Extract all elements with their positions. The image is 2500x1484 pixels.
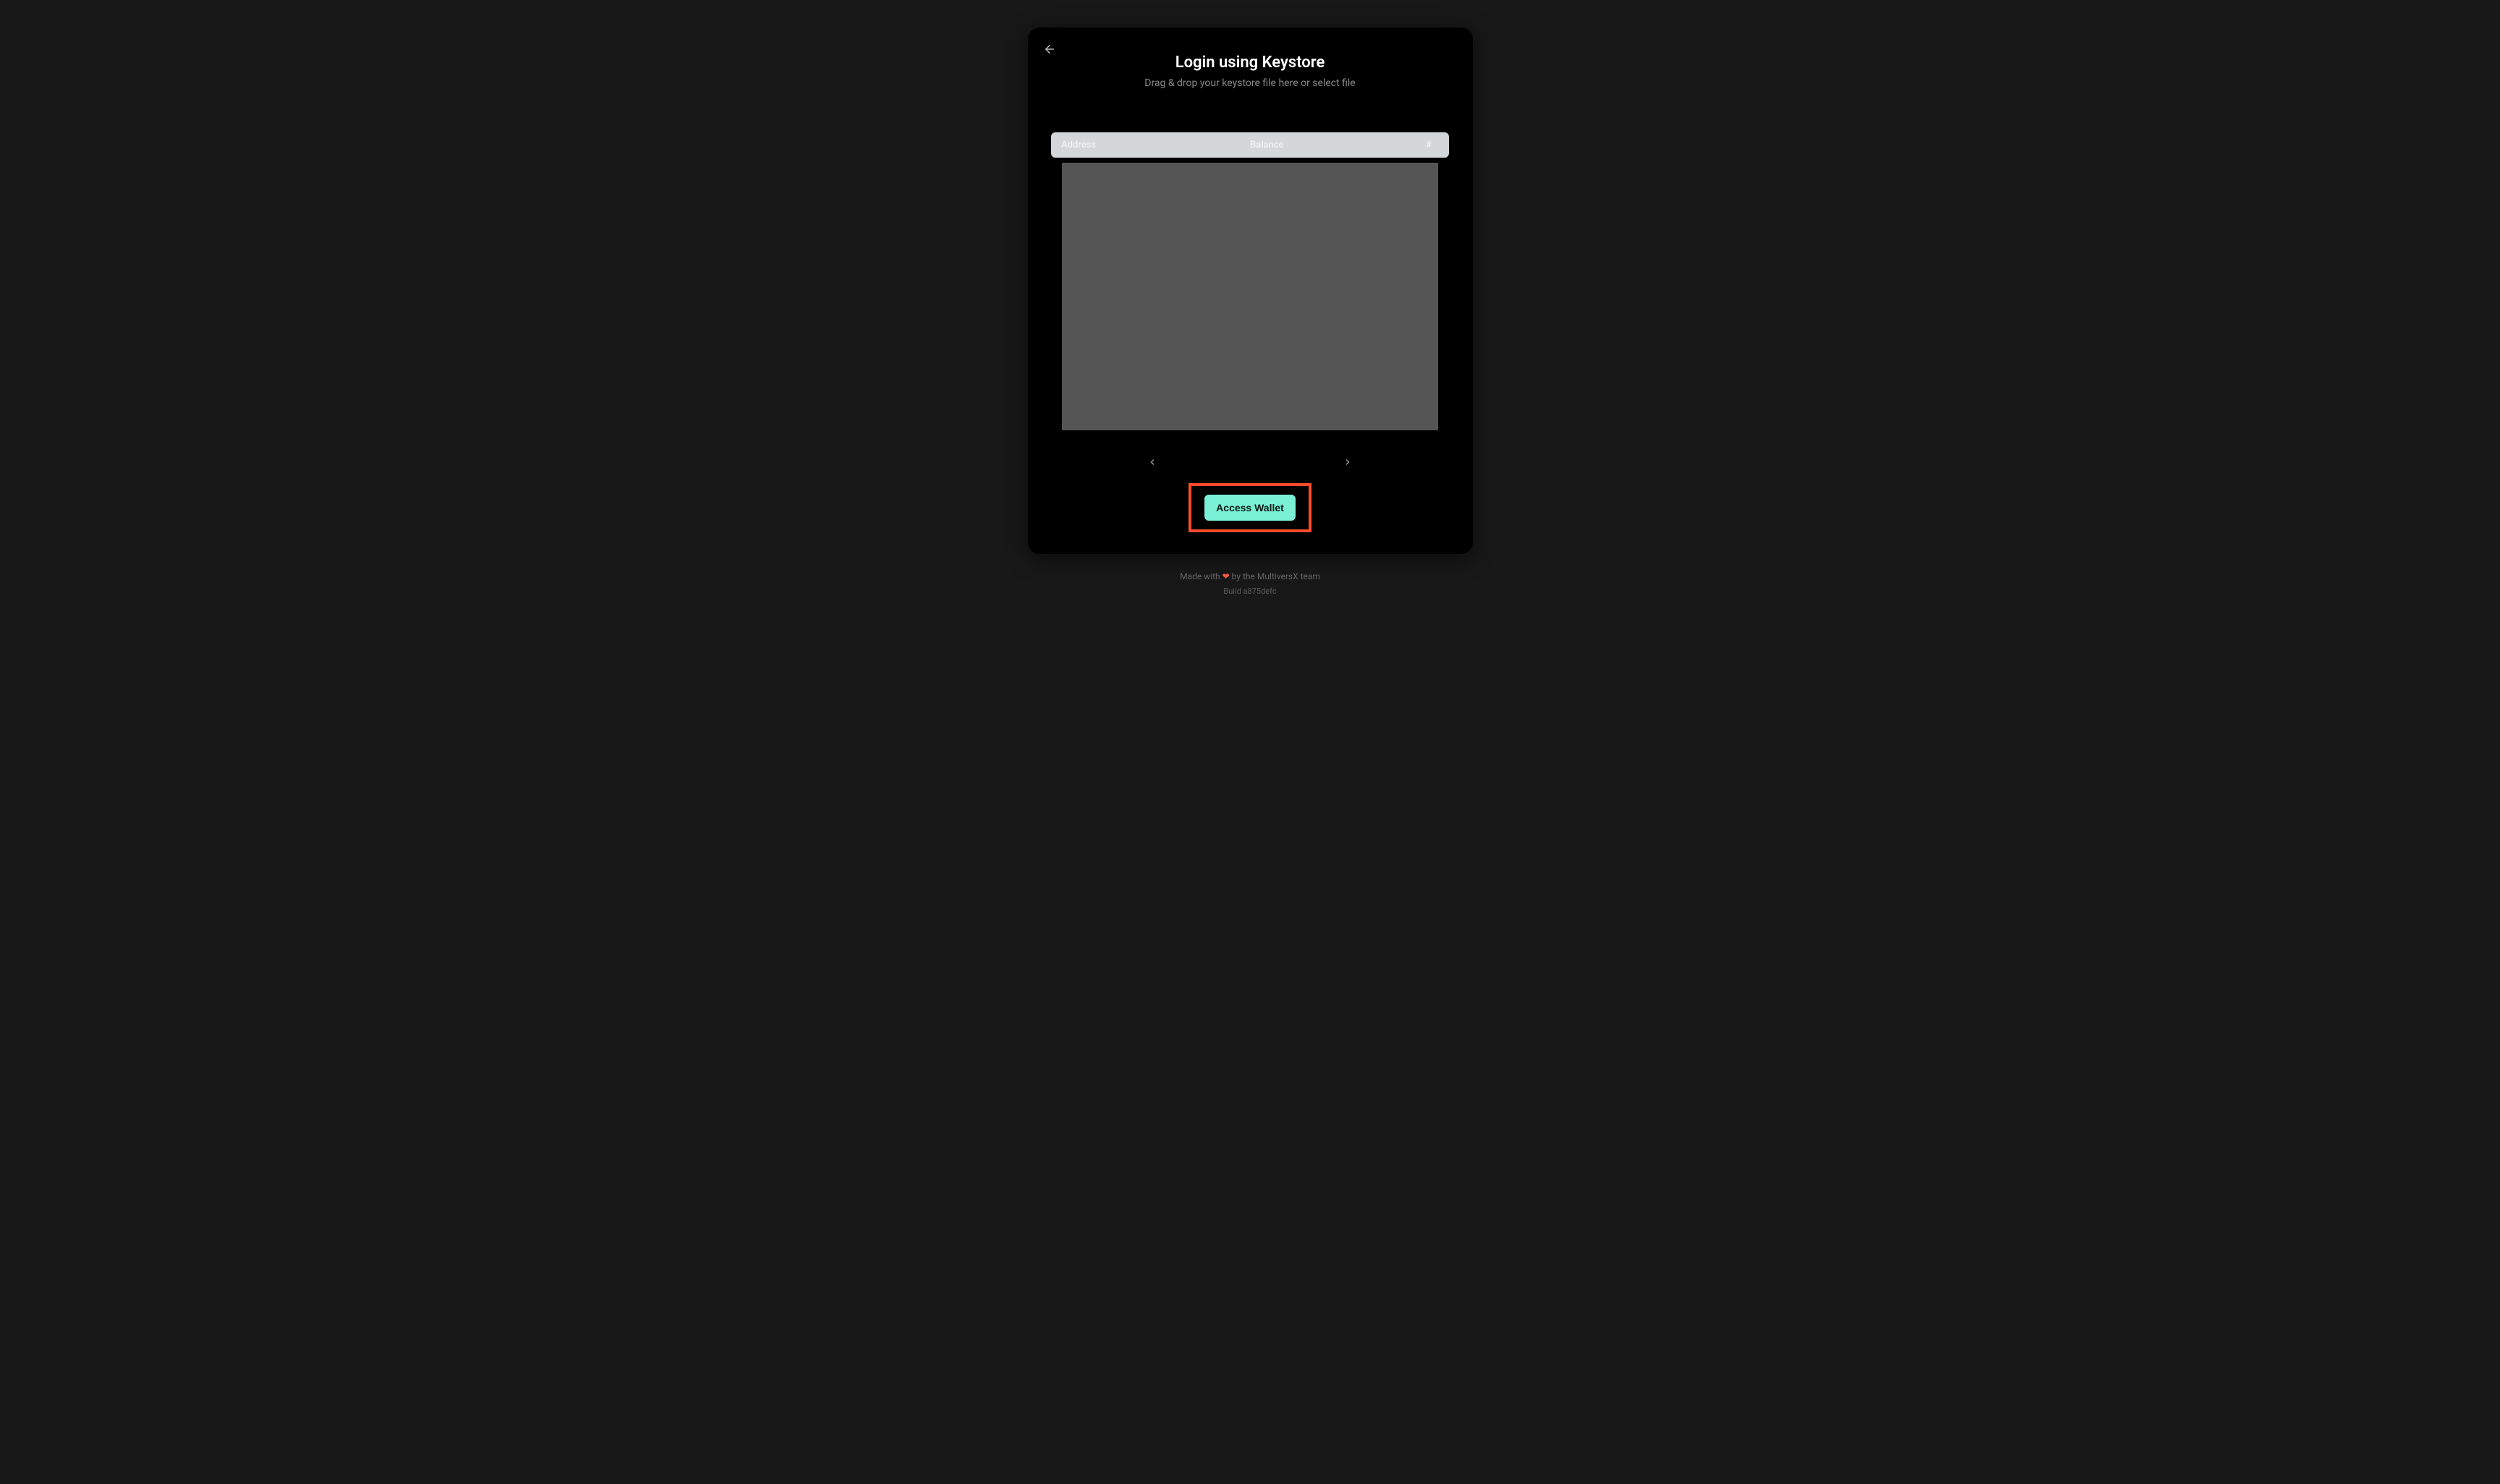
column-header-balance: Balance bbox=[1250, 140, 1401, 150]
cta-area: Access Wallet bbox=[1041, 483, 1460, 532]
page-next-button[interactable] bbox=[1340, 455, 1355, 472]
column-header-address: Address bbox=[1061, 140, 1250, 150]
footer-build: Build a875defc bbox=[1180, 585, 1320, 598]
back-button[interactable] bbox=[1041, 40, 1058, 58]
arrow-left-icon bbox=[1043, 43, 1056, 56]
list-body-placeholder[interactable] bbox=[1062, 163, 1438, 430]
page-prev-button[interactable] bbox=[1145, 455, 1160, 472]
chevron-right-icon bbox=[1343, 458, 1352, 466]
pagination bbox=[1041, 455, 1460, 472]
heart-icon: ❤ bbox=[1223, 571, 1230, 581]
keystore-login-modal: Login using Keystore Drag & drop your ke… bbox=[1028, 27, 1473, 554]
address-list: Address Balance # bbox=[1041, 132, 1460, 430]
access-wallet-button[interactable]: Access Wallet bbox=[1204, 495, 1296, 521]
column-header-index: # bbox=[1401, 140, 1439, 150]
build-hash: a875defc bbox=[1243, 587, 1277, 596]
footer-credit: Made with ❤ by the MultiversX team bbox=[1180, 570, 1320, 584]
page-footer: Made with ❤ by the MultiversX team Build… bbox=[1180, 570, 1320, 598]
footer-prefix: Made with bbox=[1180, 571, 1223, 581]
modal-subtitle: Drag & drop your keystore file here or s… bbox=[1041, 77, 1460, 89]
access-wallet-highlight: Access Wallet bbox=[1189, 483, 1311, 532]
build-prefix: Build bbox=[1223, 587, 1243, 596]
modal-title: Login using Keystore bbox=[1041, 54, 1460, 72]
list-header-row: Address Balance # bbox=[1051, 132, 1449, 158]
footer-suffix: by the MultiversX team bbox=[1230, 571, 1320, 581]
page: Login using Keystore Drag & drop your ke… bbox=[0, 0, 2500, 598]
chevron-left-icon bbox=[1148, 458, 1157, 466]
